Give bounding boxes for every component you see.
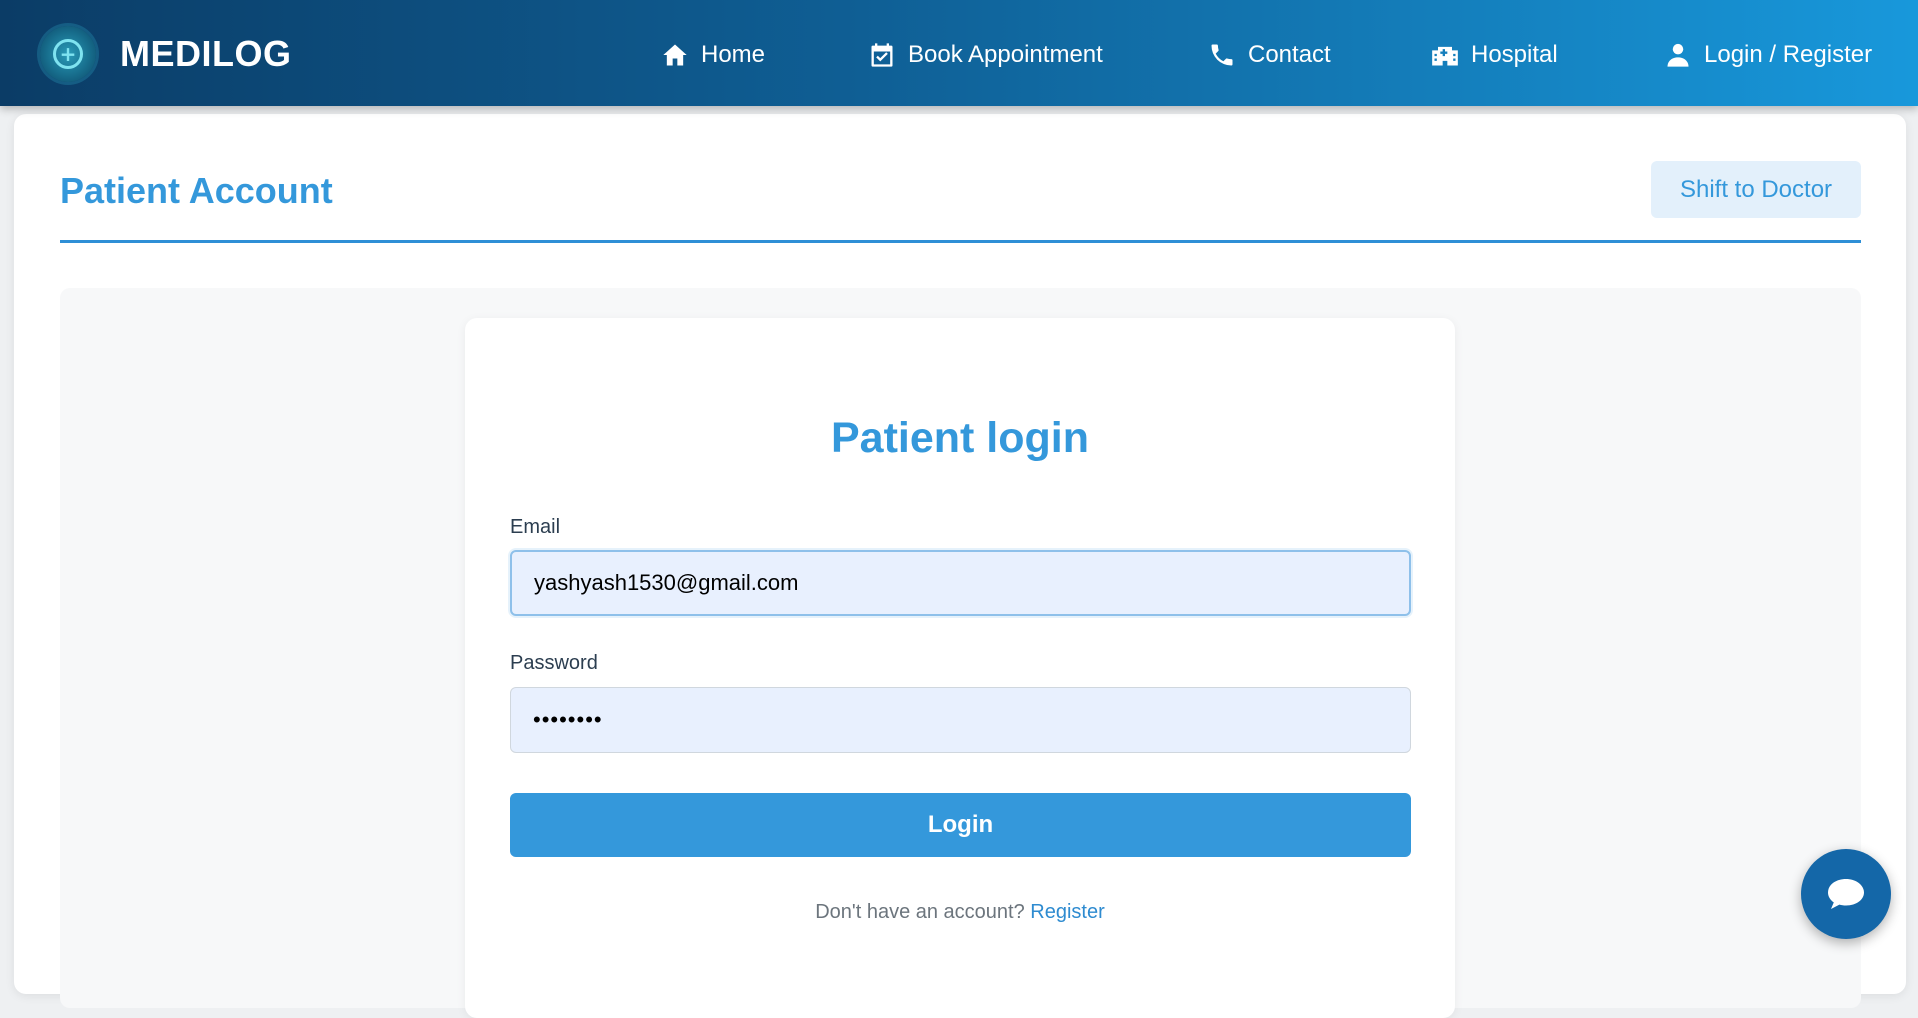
shift-to-doctor-button[interactable]: Shift to Doctor	[1651, 161, 1861, 218]
brand-name: MEDILOG	[120, 33, 292, 74]
hospital-icon	[1432, 46, 1458, 66]
nav-login-label: Login / Register	[1704, 41, 1873, 68]
email-label: Email	[510, 516, 561, 538]
register-prompt-text: Don't have an account?	[815, 901, 1025, 923]
user-icon	[1667, 43, 1689, 67]
nav-book-appointment[interactable]: Book Appointment	[868, 38, 1103, 72]
main-panel: Patient Account Shift to Doctor Patient …	[14, 114, 1906, 1018]
nav-hospital-label: Hospital	[1471, 41, 1558, 68]
page-title: Patient Account	[60, 170, 333, 211]
medical-cross-icon: +	[40, 26, 96, 82]
login-title: Patient login	[831, 414, 1089, 462]
register-link[interactable]: Register	[1030, 901, 1104, 923]
password-field[interactable]	[510, 687, 1411, 753]
title-divider	[60, 240, 1861, 243]
register-prompt: Don't have an account? Register	[465, 901, 1455, 924]
top-navbar: + MEDILOG Home Book Appointment Contact …	[0, 0, 1918, 106]
login-button[interactable]: Login	[510, 793, 1411, 857]
nav-book-label: Book Appointment	[908, 41, 1103, 68]
nav-contact[interactable]: Contact	[1208, 38, 1331, 72]
nav-login-register[interactable]: Login / Register	[1664, 38, 1872, 72]
chat-button[interactable]	[1801, 849, 1891, 939]
nav-home[interactable]: Home	[661, 38, 765, 72]
brand[interactable]: + MEDILOG	[40, 26, 292, 82]
nav-home-label: Home	[701, 41, 766, 68]
password-label: Password	[510, 652, 598, 674]
email-field[interactable]	[510, 550, 1411, 616]
nav-contact-label: Contact	[1248, 41, 1331, 68]
calendar-check-icon	[871, 43, 893, 67]
patient-login-form: Patient login Email Password Login Don't…	[465, 318, 1455, 1018]
nav-hospital[interactable]: Hospital	[1431, 38, 1558, 72]
phone-icon	[1211, 44, 1233, 66]
chat-bubble-icon	[1828, 879, 1864, 909]
home-icon	[663, 44, 687, 66]
